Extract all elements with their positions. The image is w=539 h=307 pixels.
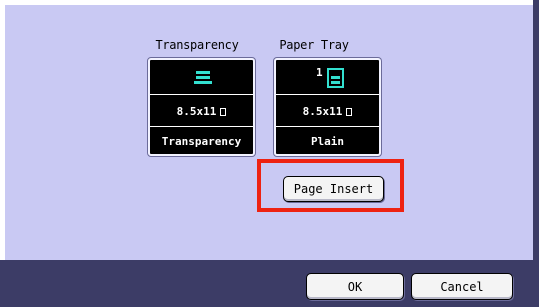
transparency-size-text: 8.5x11 xyxy=(176,104,217,118)
transparency-paper-size: 8.5x11 xyxy=(150,94,253,127)
transparency-column-label: Transparency xyxy=(155,38,239,52)
paper-tray-column-label: Paper Tray xyxy=(279,38,349,52)
portrait-orientation-icon xyxy=(346,108,353,116)
portrait-orientation-icon xyxy=(220,108,227,116)
paper-tray-icon xyxy=(327,68,344,88)
cancel-button[interactable]: Cancel xyxy=(411,273,513,300)
paper-tray-size-text: 8.5x11 xyxy=(302,104,343,118)
ok-button[interactable]: OK xyxy=(306,273,404,300)
transparency-media-type: Transparency xyxy=(150,126,253,155)
transparency-icon-area xyxy=(150,60,253,94)
paper-tray-paper-size: 8.5x11 xyxy=(276,94,379,127)
paper-tray-icon-area: 1 xyxy=(276,60,379,94)
page-insert-button[interactable]: Page Insert xyxy=(283,176,384,202)
transparency-tray-card[interactable]: 8.5x11 Transparency xyxy=(148,58,255,156)
paper-tray-media-type: Plain xyxy=(276,126,379,155)
stacked-sheets-icon xyxy=(194,71,212,84)
paper-tray-card[interactable]: 1 8.5x11 Plain xyxy=(274,58,381,156)
